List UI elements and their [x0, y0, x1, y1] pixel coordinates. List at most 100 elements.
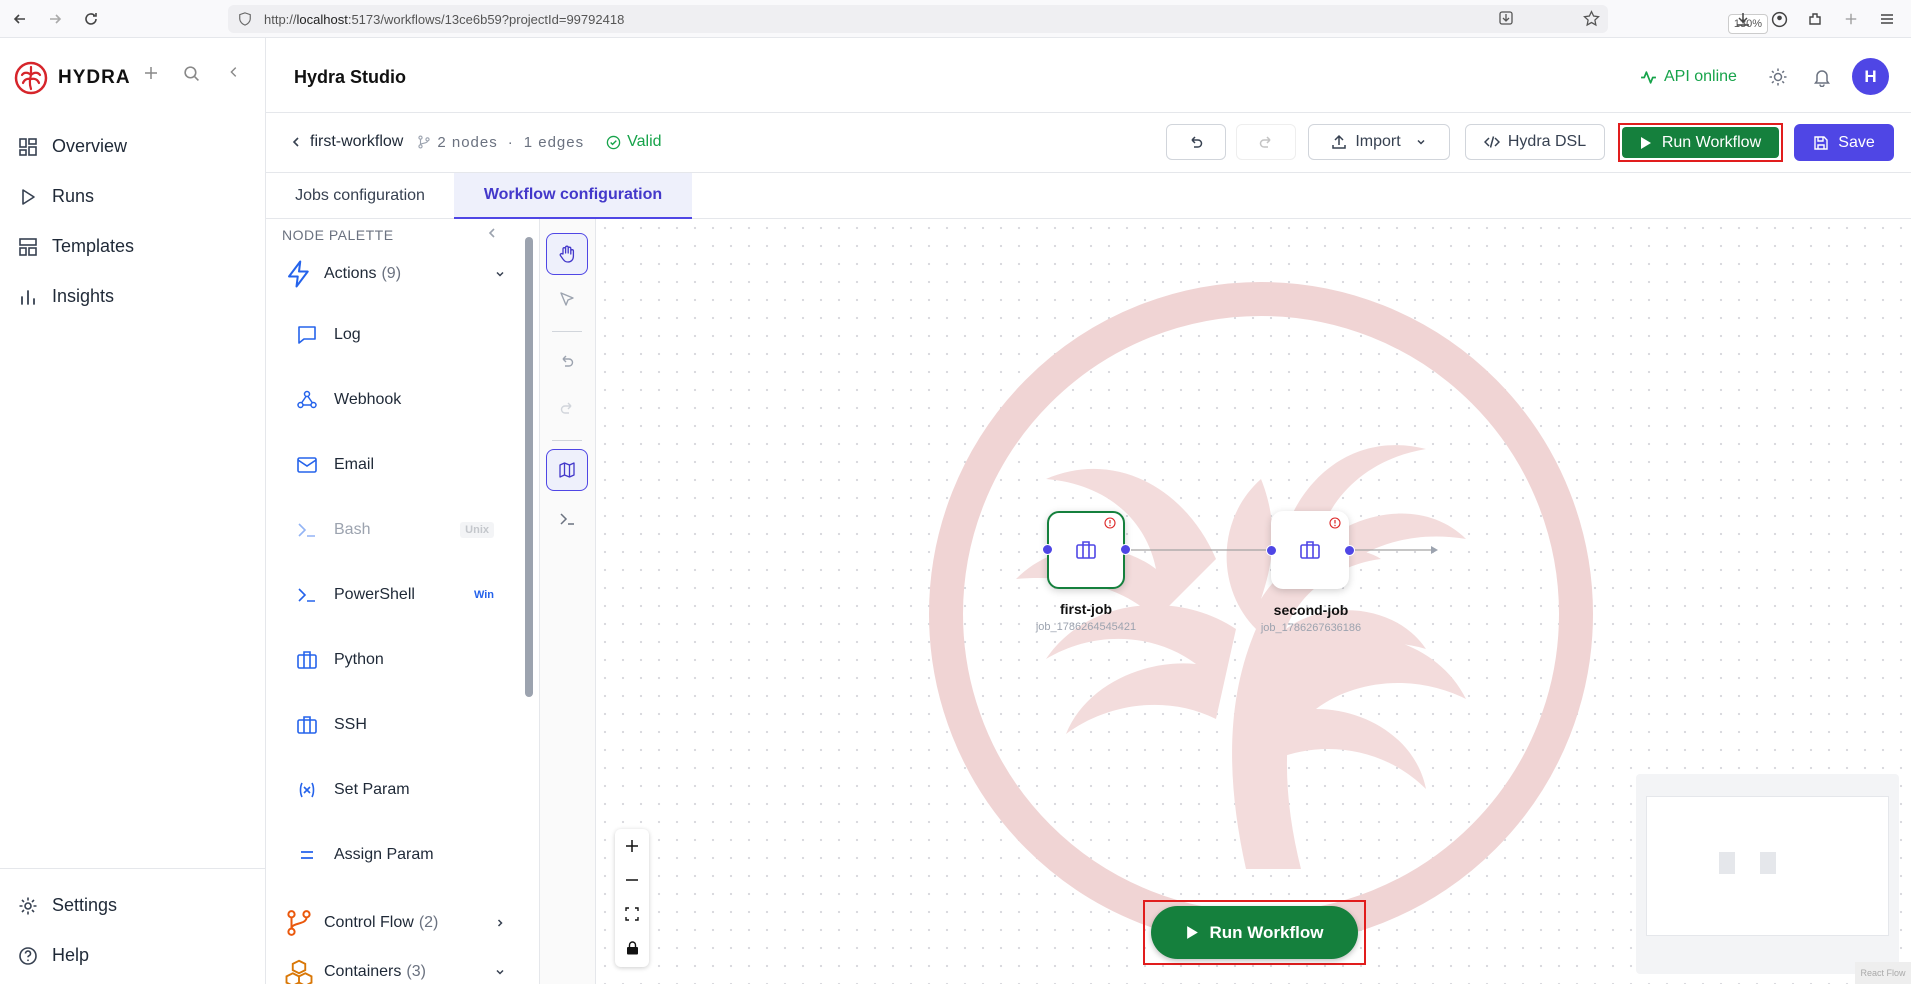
minimap-viewport[interactable] — [1646, 796, 1889, 936]
output-handle[interactable] — [1120, 544, 1131, 555]
nav-label: Help — [52, 945, 90, 965]
browser-toolbar: http://localhost:5173/workflows/13ce6b59… — [0, 0, 1911, 38]
palette-item-email[interactable]: Email — [296, 454, 494, 476]
palette-item-bash[interactable]: Bash Unix — [296, 519, 494, 541]
bell-icon[interactable] — [1812, 67, 1832, 87]
run-workflow-floating-button[interactable]: Run Workflow — [1151, 906, 1358, 959]
workflow-name[interactable]: first-workflow — [310, 133, 403, 151]
canvas-undo-button[interactable] — [546, 340, 588, 382]
tab-jobs-configuration[interactable]: Jobs configuration — [266, 173, 454, 219]
zap-icon — [288, 260, 309, 288]
palette-item-powershell[interactable]: PowerShell Win — [296, 584, 494, 606]
input-handle[interactable] — [1042, 544, 1053, 555]
nav-runs[interactable]: Runs — [18, 186, 94, 207]
zoom-out-button[interactable] — [615, 863, 649, 897]
redo-button[interactable] — [1236, 124, 1296, 160]
extensions-icon[interactable] — [1801, 5, 1829, 33]
sidebar: HYDRA Overview Runs Templates Insights S… — [0, 38, 266, 984]
account-icon[interactable] — [1765, 5, 1793, 33]
briefcase-icon — [1300, 541, 1320, 559]
add-icon[interactable] — [143, 65, 159, 81]
lock-button[interactable] — [615, 931, 649, 965]
attribution[interactable]: React Flow — [1855, 962, 1911, 984]
palette-group-containers[interactable]: Containers (3) — [284, 957, 504, 984]
warning-icon — [1329, 517, 1341, 529]
import-button[interactable]: Import — [1308, 124, 1450, 160]
rail-divider — [552, 331, 582, 332]
input-handle[interactable] — [1266, 545, 1277, 556]
nav-help[interactable]: Help — [18, 945, 89, 966]
api-status: API online — [1640, 68, 1737, 86]
theme-toggle-icon[interactable] — [1768, 67, 1788, 87]
nav-overview[interactable]: Overview — [18, 136, 127, 157]
new-tab-icon[interactable] — [1837, 5, 1865, 33]
pan-tool-button[interactable] — [546, 233, 588, 275]
code-icon — [1483, 136, 1500, 148]
canvas-redo-button[interactable] — [546, 387, 588, 429]
palette-group-control-flow[interactable]: Control Flow (2) — [284, 908, 503, 938]
palette-item-set-param[interactable]: Set Param — [296, 779, 494, 801]
bookmark-star-icon[interactable] — [1583, 10, 1600, 27]
save-button[interactable]: Save — [1794, 124, 1894, 161]
palette-item-python[interactable]: Python — [296, 649, 494, 671]
play-icon — [22, 188, 35, 205]
node-label: first-job — [1059, 601, 1113, 617]
output-handle[interactable] — [1344, 545, 1355, 556]
node-label: second-job — [1273, 602, 1349, 618]
palette-title: NODE PALETTE — [282, 227, 394, 243]
item-label: SSH — [334, 716, 367, 733]
item-label: Email — [334, 456, 375, 473]
minimap-node — [1760, 852, 1776, 874]
edges-count: 1 edges — [523, 133, 585, 151]
nav-label: Settings — [52, 895, 118, 915]
forward-icon[interactable] — [41, 5, 69, 33]
hydra-dsl-button[interactable]: Hydra DSL — [1465, 124, 1605, 160]
address-bar[interactable]: http://localhost:5173/workflows/13ce6b59… — [228, 5, 1768, 34]
back-icon[interactable] — [6, 5, 34, 33]
run-workflow-button[interactable]: Run Workflow — [1622, 127, 1779, 158]
item-label: Bash — [334, 521, 371, 538]
undo-button[interactable] — [1166, 124, 1226, 160]
group-count: (9) — [381, 265, 402, 282]
api-status-label: API online — [1664, 68, 1737, 85]
palette-scrollbar[interactable] — [525, 237, 533, 697]
sidebar-footer: Settings Help — [0, 868, 266, 965]
minimap[interactable] — [1636, 774, 1899, 974]
minimap-toggle-button[interactable] — [546, 449, 588, 491]
console-toggle-button[interactable] — [546, 498, 588, 540]
palette-item-ssh[interactable]: SSH — [296, 714, 494, 736]
save-icon — [1814, 135, 1828, 150]
upload-icon — [1332, 134, 1347, 149]
nav-insights[interactable]: Insights — [18, 286, 114, 307]
item-label: Webhook — [334, 391, 402, 408]
collapse-sidebar-icon[interactable] — [227, 65, 241, 79]
select-tool-button[interactable] — [546, 278, 588, 320]
fit-view-button[interactable] — [615, 897, 649, 931]
page-title: Hydra Studio — [294, 67, 407, 87]
download-page-icon[interactable] — [1498, 10, 1514, 26]
palette-group-actions[interactable]: Actions (9) — [284, 259, 504, 289]
menu-icon[interactable] — [1873, 5, 1901, 33]
rail-divider — [552, 440, 582, 441]
item-label: Python — [334, 651, 384, 668]
tab-workflow-configuration[interactable]: Workflow configuration — [454, 173, 692, 219]
brand[interactable]: HYDRA — [14, 61, 131, 95]
avatar[interactable]: H — [1852, 58, 1889, 95]
item-label: Log — [334, 326, 361, 343]
palette-item-webhook[interactable]: Webhook — [296, 389, 494, 411]
reload-icon[interactable] — [77, 5, 105, 33]
nav-settings[interactable]: Settings — [18, 895, 117, 916]
collapse-palette-icon[interactable] — [486, 227, 498, 239]
app-header: Hydra Studio API online H — [266, 38, 1911, 113]
back-chevron-icon[interactable] — [290, 136, 302, 148]
search-icon[interactable] — [183, 65, 200, 82]
chevron-down-icon — [1417, 139, 1425, 145]
nav-templates[interactable]: Templates — [18, 236, 134, 257]
palette-item-log[interactable]: Log — [296, 324, 494, 346]
workflow-canvas[interactable]: first-job job_1786264545421 second-job j… — [596, 219, 1911, 984]
zoom-in-button[interactable] — [615, 829, 649, 863]
warning-icon — [1104, 517, 1116, 529]
palette-item-assign-param[interactable]: Assign Param — [296, 844, 494, 866]
downloads-icon[interactable] — [1729, 5, 1757, 33]
terminal-icon — [298, 523, 315, 537]
